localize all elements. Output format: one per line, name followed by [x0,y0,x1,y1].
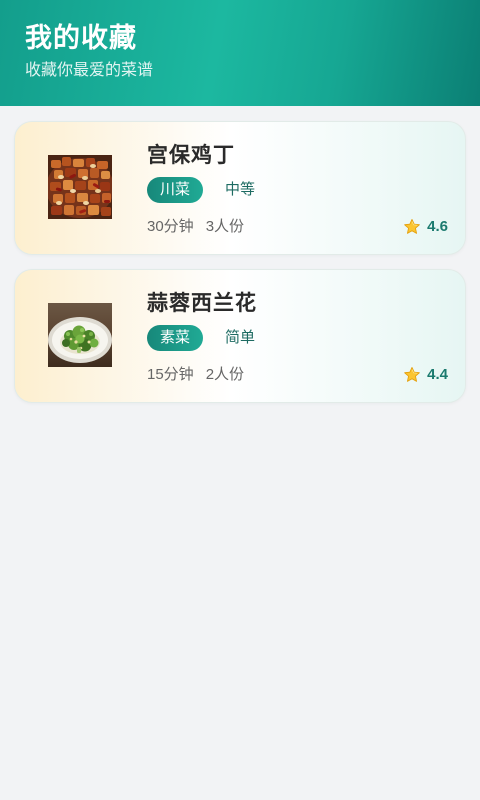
cook-time: 30分钟 [147,218,194,235]
favorite-recipe-card[interactable]: 宫保鸡丁 川菜 中等 30分钟 3人份 4.6 [14,121,466,255]
recipe-meta: 15分钟 2人份 [147,365,256,385]
page-title: 我的收藏 [25,23,137,53]
recipe-tags: 素菜 简单 [147,325,269,351]
star-icon [404,219,420,234]
favorite-recipe-card[interactable]: 蒜蓉西兰花 素菜 简单 15分钟 2人份 4.4 [14,269,466,403]
difficulty-tag: 中等 [225,181,256,198]
cuisine-tag: 素菜 [147,325,204,351]
rating-value: 4.4 [427,366,448,383]
star-icon [404,367,420,382]
cook-time: 15分钟 [147,366,194,383]
servings: 3人份 [205,218,245,235]
page-subtitle: 收藏你最爱的菜谱 [25,62,154,79]
recipe-meta: 30分钟 3人份 [147,217,256,237]
cuisine-tag: 川菜 [147,177,204,203]
rating-value: 4.6 [427,218,448,235]
garlic-broccoli-photo [48,303,112,367]
page-header: 我的收藏 收藏你最爱的菜谱 [0,0,480,106]
kung-pao-chicken-photo [48,155,112,219]
recipe-name: 宫保鸡丁 [147,144,235,167]
servings: 2人份 [205,366,245,383]
recipe-rating: 4.4 [403,365,448,385]
recipe-rating: 4.6 [403,217,448,237]
recipe-tags: 川菜 中等 [147,177,269,203]
recipe-name: 蒜蓉西兰花 [147,292,257,315]
difficulty-tag: 简单 [225,329,256,346]
